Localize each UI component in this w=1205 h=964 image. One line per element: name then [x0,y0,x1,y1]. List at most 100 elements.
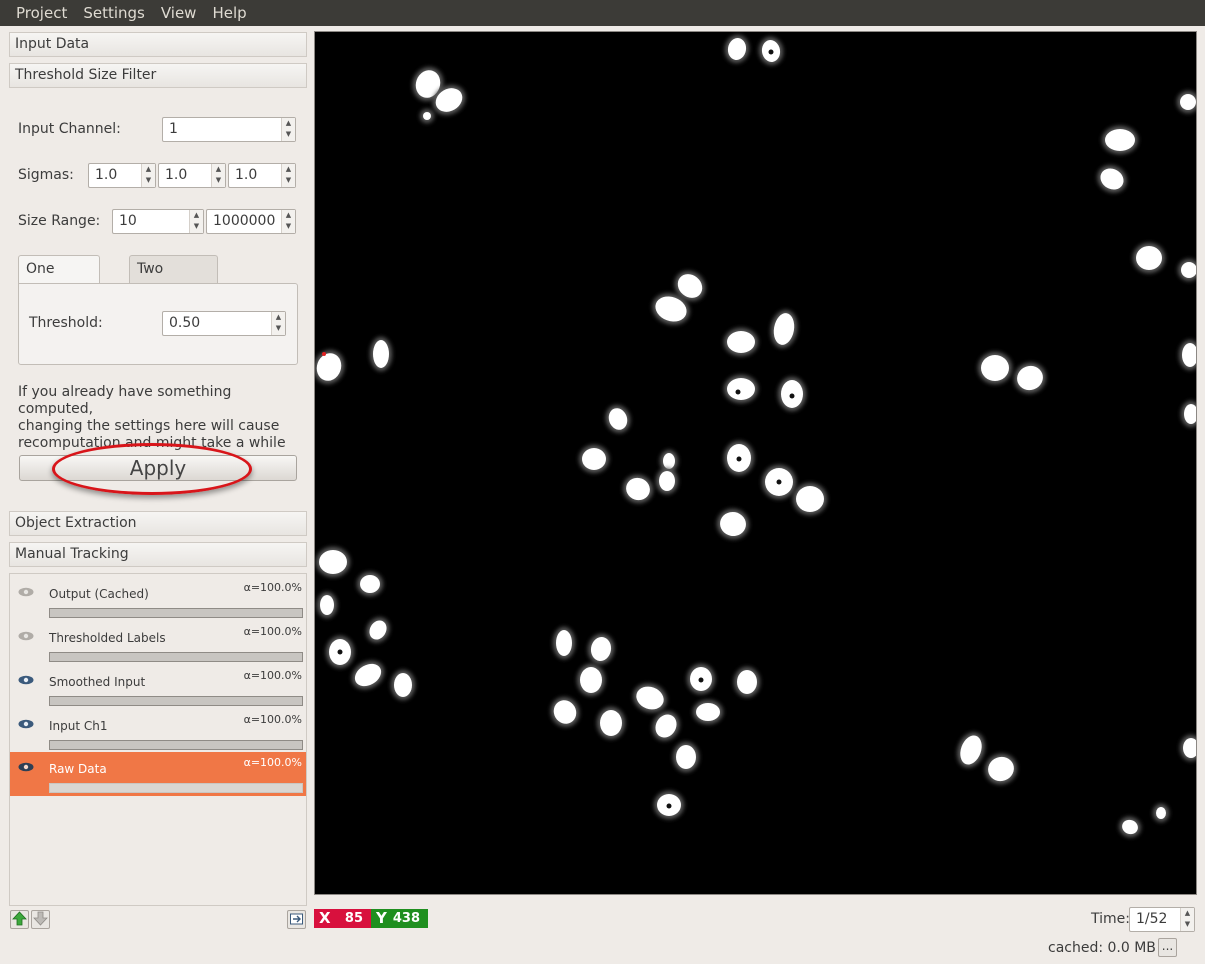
layer-item[interactable]: Input Ch1 α=100.0% [10,709,306,753]
drawer-object-extraction[interactable]: Object Extraction [9,511,307,536]
layer-name: Raw Data [49,762,107,776]
size-max-value: 1000000 [213,213,276,229]
layer-item[interactable]: Thresholded Labels α=100.0% [10,621,306,665]
layer-name: Input Ch1 [49,719,108,733]
spin-arrows-icon[interactable]: ▲ ▼ [281,210,295,233]
threshold-label: Threshold: [29,315,103,331]
recompute-note: If you already have something computed, … [18,384,303,452]
nucleolus-mark [337,649,343,655]
sigmas-label: Sigmas: [18,167,74,183]
cell-nucleus [663,453,675,469]
layer-opacity-slider[interactable] [49,652,303,662]
cell-nucleus [1105,129,1135,151]
layer-settings-button[interactable] [287,910,306,929]
layer-up-button[interactable] [10,910,29,929]
nucleolus-mark [768,49,774,55]
input-channel-value: 1 [169,121,178,137]
eye-icon[interactable] [18,719,34,729]
nucleolus-mark [666,803,672,809]
image-viewer[interactable] [314,31,1197,895]
cell-nucleus [1180,94,1196,110]
spin-arrows-icon[interactable]: ▲ ▼ [281,164,295,187]
cell-nucleus [696,703,720,721]
input-channel-label: Input Channel: [18,121,121,137]
menu-view[interactable]: View [153,0,205,26]
cursor-marker [322,352,326,356]
spin-arrows-icon[interactable]: ▲ ▼ [189,210,203,233]
eye-icon[interactable] [18,587,34,597]
nucleolus-mark [789,393,795,399]
nucleolus-mark [698,677,704,683]
layer-list: Output (Cached) α=100.0% Thresholded Lab… [9,573,307,906]
drawer-input-data[interactable]: Input Data [9,32,307,57]
cell-nucleus [1156,807,1166,819]
menu-settings[interactable]: Settings [75,0,153,26]
cell-nucleus [988,756,1014,782]
layer-name: Thresholded Labels [49,631,166,645]
spin-arrows-icon[interactable]: ▲ ▼ [1180,908,1194,931]
time-spinbox[interactable]: 1/52 ▲ ▼ [1129,907,1195,932]
cell-nucleus [373,340,389,368]
layer-opacity: α=100.0% [243,713,302,726]
menu-project[interactable]: Project [8,0,75,26]
layer-opacity: α=100.0% [243,581,302,594]
cell-nucleus [655,714,677,738]
cell-nucleus [796,486,824,512]
input-channel-spinbox[interactable]: 1 ▲ ▼ [162,117,296,142]
y-coordinate: Y 438 [371,909,428,928]
layer-name: Smoothed Input [49,675,146,689]
sigma-z-spinbox[interactable]: 1.0 ▲ ▼ [228,163,296,188]
more-button[interactable]: ... [1158,938,1177,957]
menu-bar: Project Settings View Help [0,0,1205,26]
time-label: Time: [1091,911,1130,927]
size-min-spinbox[interactable]: 10 ▲ ▼ [112,209,204,234]
eye-icon[interactable] [18,675,34,685]
spin-arrows-icon[interactable]: ▲ ▼ [141,164,155,187]
spin-arrows-icon[interactable]: ▲ ▼ [211,164,225,187]
sigma-y-spinbox[interactable]: 1.0 ▲ ▼ [158,163,226,188]
cell-nucleus [423,112,431,120]
size-range-label: Size Range: [18,213,101,229]
sigma-x-spinbox[interactable]: 1.0 ▲ ▼ [88,163,156,188]
cell-nucleus [737,670,757,694]
y-coordinate-value: 438 [392,911,420,926]
cell-nucleus [553,700,577,724]
threshold-spinbox[interactable]: 0.50 ▲ ▼ [162,311,286,336]
spin-arrows-icon[interactable]: ▲ ▼ [271,312,285,335]
menu-help[interactable]: Help [204,0,254,26]
nucleolus-mark [735,389,741,395]
arrow-up-icon [12,911,27,926]
layer-item[interactable]: Smoothed Input α=100.0% [10,665,306,709]
cell-nucleus [1136,246,1162,270]
cell-nucleus [319,550,347,574]
layer-item[interactable]: Output (Cached) α=100.0% [10,577,306,621]
eye-icon[interactable] [18,631,34,641]
tab-two-thresholds[interactable]: Two thresholds [129,255,219,304]
cell-nucleus [1017,365,1043,391]
spin-arrows-icon[interactable]: ▲ ▼ [281,118,295,141]
cell-nucleus [1181,262,1196,278]
microscopy-image[interactable] [315,32,1197,895]
cell-nucleus [580,667,602,693]
drawer-manual-tracking[interactable]: Manual Tracking [9,542,307,567]
layer-opacity-slider[interactable] [49,783,303,793]
layer-opacity-slider[interactable] [49,608,303,618]
sigma-x-value: 1.0 [95,167,118,183]
size-max-spinbox[interactable]: 1000000 ▲ ▼ [206,209,296,234]
tab-one-threshold[interactable]: One threshold [18,255,100,304]
eye-icon[interactable] [18,762,34,772]
cell-nucleus [676,745,696,769]
x-axis-label: X [319,909,331,927]
layer-down-button[interactable] [31,910,50,929]
cell-nucleus [600,710,622,736]
cell-nucleus [320,595,334,615]
layer-item-selected[interactable]: Raw Data α=100.0% [10,752,306,796]
layer-opacity-slider[interactable] [49,740,303,750]
annotation-highlight-ring [52,443,252,495]
cell-nucleus [360,575,380,593]
arrow-down-icon [33,911,48,926]
nucleolus-mark [776,479,782,485]
layer-opacity-slider[interactable] [49,696,303,706]
cell-nucleus [556,630,572,656]
drawer-threshold-size-filter[interactable]: Threshold Size Filter [9,63,307,88]
